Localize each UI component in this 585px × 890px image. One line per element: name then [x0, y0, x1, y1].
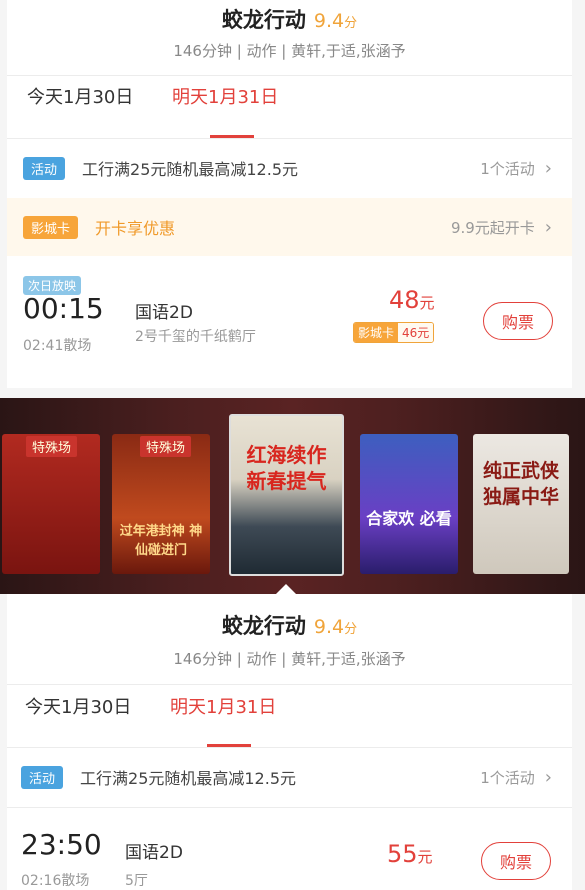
poster-caption: 过年港封神 神仙碰进门 [119, 524, 203, 558]
showtime-row[interactable]: 次日放映 00:15 02:41散场 国语2D 2号千玺的千纸鹤厅 48元 影城… [7, 262, 572, 382]
poster-caption: 红海续作 新春提气 [246, 443, 327, 493]
movie-panel-top: 蛟龙行动 9.4分 146分钟 | 动作 | 黄轩,于适,张涵予 今天1月30日 … [7, 0, 572, 388]
movie-header: 蛟龙行动 9.4分 [7, 4, 572, 34]
poster-4[interactable]: 合家欢 必看 [360, 434, 458, 574]
show-price: 48元 [389, 286, 435, 314]
tab-tomorrow[interactable]: 明天1月31日 [170, 693, 276, 719]
movie-title: 蛟龙行动 [221, 8, 306, 32]
cinema-card-tag: 影城卡 [23, 215, 79, 239]
show-start-time: 23:50 [21, 828, 102, 861]
movie-poster-carousel[interactable]: 特殊场 特殊场 过年港封神 神仙碰进门 红海续作 新春提气 合家欢 必看 纯正武… [0, 398, 585, 594]
show-hall: 5厅 [125, 873, 148, 889]
poster-caption: 纯正武侠 独属中华 [482, 460, 559, 508]
cinema-card-row[interactable]: 影城卡 开卡享优惠 9.9元起开卡 › [7, 198, 572, 256]
poster-3-selected[interactable]: 红海续作 新春提气 [229, 414, 344, 576]
tab-tomorrow[interactable]: 明天1月31日 [172, 83, 278, 109]
movie-title: 蛟龙行动 [221, 614, 306, 638]
show-price: 55元 [387, 840, 433, 868]
show-language: 国语2D [125, 843, 183, 863]
promo-row[interactable]: 活动 工行满25元随机最高减12.5元 1个活动 › [7, 139, 572, 197]
buy-ticket-button[interactable]: 购票 [483, 302, 553, 340]
tab-today[interactable]: 今天1月30日 [25, 693, 131, 719]
chevron-right-icon: › [544, 216, 552, 238]
buy-ticket-button[interactable]: 购票 [481, 842, 551, 880]
show-start-time: 00:15 [23, 292, 104, 325]
movie-header: 蛟龙行动 9.4分 [7, 610, 572, 640]
tab-today[interactable]: 今天1月30日 [27, 83, 133, 109]
divider [7, 75, 572, 76]
show-end-time: 02:41散场 [23, 338, 92, 354]
divider [7, 684, 572, 685]
chevron-right-icon: › [544, 157, 552, 179]
show-language: 国语2D [135, 303, 193, 323]
member-price-badge: 影城卡 46元 [353, 322, 435, 343]
promo-tag: 活动 [23, 156, 66, 180]
show-hall: 2号千玺的千纸鹤厅 [135, 329, 256, 345]
movie-meta: 146分钟 | 动作 | 黄轩,于适,张涵予 [173, 650, 406, 668]
poster-2[interactable]: 特殊场 过年港封神 神仙碰进门 [112, 434, 210, 574]
promo-text: 工行满25元随机最高减12.5元 [82, 160, 299, 179]
carousel-selected-caret [276, 584, 296, 594]
promo-count: 1个活动 › [480, 157, 552, 179]
movie-score: 9.4分 [313, 616, 358, 638]
movie-meta: 146分钟 | 动作 | 黄轩,于适,张涵予 [173, 42, 406, 60]
showtime-row[interactable]: 23:50 02:16散场 国语2D 5厅 55元 购票 [7, 808, 572, 890]
poster-5[interactable]: 纯正武侠 独属中华 [473, 434, 569, 574]
promo-text: 工行满25元随机最高减12.5元 [80, 769, 297, 788]
poster-1[interactable]: 特殊场 [2, 434, 100, 574]
promo-row[interactable]: 活动 工行满25元随机最高减12.5元 1个活动 › [7, 748, 572, 806]
movie-score: 9.4分 [313, 10, 358, 32]
cinema-card-promo: 开卡享优惠 [95, 219, 176, 238]
promo-tag: 活动 [21, 765, 64, 789]
special-badge: 特殊场 [140, 436, 192, 457]
special-badge: 特殊场 [26, 436, 78, 457]
cinema-card-price: 9.9元起开卡 › [450, 216, 552, 238]
chevron-right-icon: › [544, 766, 552, 788]
show-end-time: 02:16散场 [21, 873, 90, 889]
movie-panel-bottom: 蛟龙行动 9.4分 146分钟 | 动作 | 黄轩,于适,张涵予 今天1月30日 … [7, 594, 572, 890]
promo-count: 1个活动 › [480, 766, 552, 788]
poster-caption: 合家欢 必看 [366, 509, 452, 528]
